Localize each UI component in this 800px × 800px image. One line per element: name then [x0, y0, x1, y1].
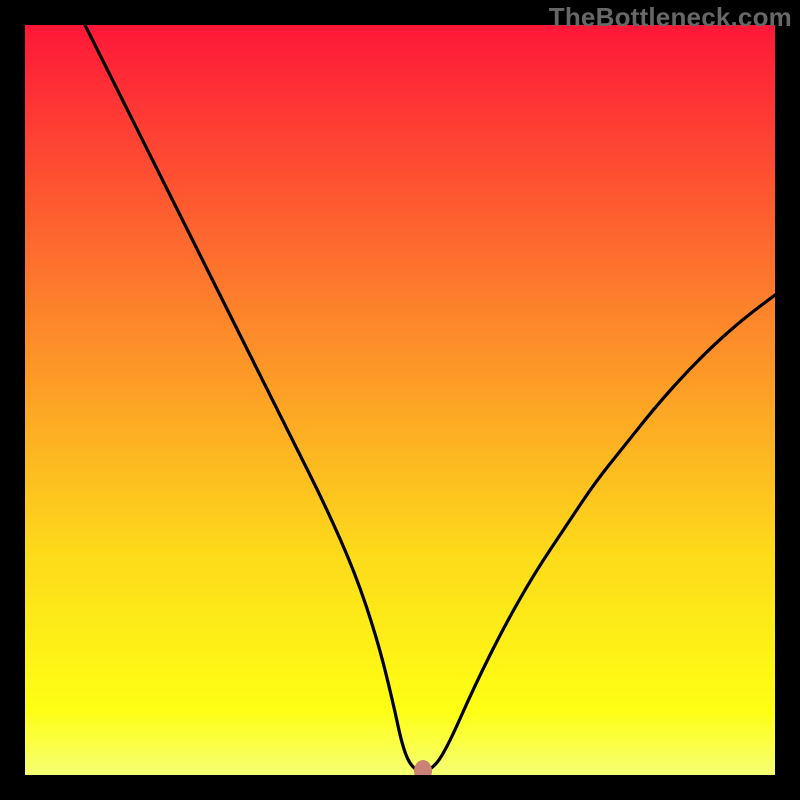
- plot-area: [25, 25, 775, 775]
- bottleneck-curve: [25, 25, 775, 775]
- chart-container: TheBottleneck.com: [0, 0, 800, 800]
- watermark-text: TheBottleneck.com: [549, 2, 792, 33]
- optimum-marker: [414, 760, 432, 775]
